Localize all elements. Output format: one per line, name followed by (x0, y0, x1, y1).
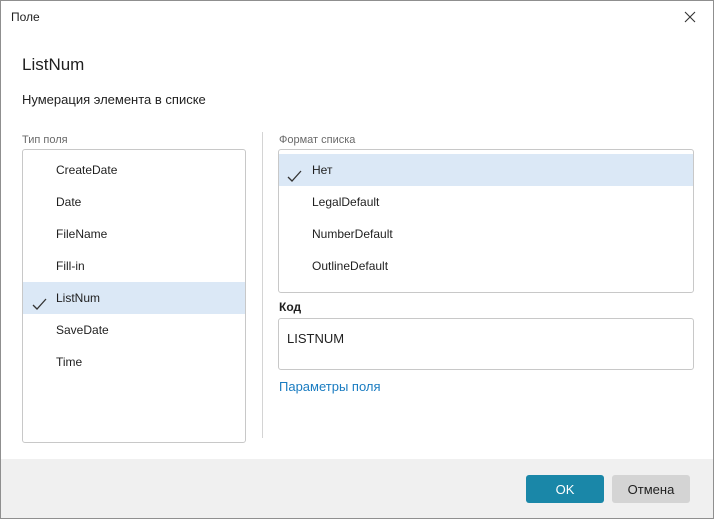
field-type-item[interactable]: Time (23, 346, 245, 378)
field-type-list[interactable]: CreateDate Date FileName Fill-in ListNum Save… (22, 149, 246, 443)
close-button[interactable] (667, 1, 713, 33)
window-title: Поле (11, 10, 40, 24)
cancel-button[interactable]: Отмена (612, 475, 690, 503)
field-description: Нумерация элемента в списке (22, 92, 206, 107)
divider (262, 132, 263, 438)
code-value: LISTNUM (287, 331, 345, 346)
list-format-list[interactable]: Нет LegalDefault NumberDefault OutlineDefau… (278, 149, 694, 293)
ok-button[interactable]: OK (526, 475, 604, 503)
list-format-item-label: OutlineDefault (312, 259, 389, 273)
field-type-item[interactable]: ListNum (23, 282, 245, 314)
field-type-label: Тип поля (22, 134, 68, 146)
list-format-item-label: Нет (312, 163, 333, 177)
field-type-item[interactable]: CreateDate (23, 154, 245, 186)
code-field[interactable]: LISTNUM (278, 318, 694, 370)
field-type-item-label: ListNum (56, 291, 101, 305)
close-icon (684, 11, 696, 23)
field-type-item[interactable]: FileName (23, 218, 245, 250)
field-type-item-label: Time (56, 355, 83, 369)
field-heading: ListNum (22, 55, 85, 74)
field-type-item-label: Fill-in (56, 259, 85, 273)
dialog-window: Поле ListNum Нумерация элемента в списке… (0, 0, 714, 519)
list-format-item[interactable]: Нет (279, 154, 693, 186)
list-format-item-label: NumberDefault (312, 227, 393, 241)
field-type-item-label: CreateDate (56, 163, 118, 177)
field-params-link[interactable]: Параметры поля (279, 379, 381, 394)
field-type-item[interactable]: Date (23, 186, 245, 218)
list-format-item[interactable]: NumberDefault (279, 218, 693, 250)
field-type-item-label: Date (56, 195, 82, 209)
dialog-footer: OK Отмена (1, 459, 713, 518)
list-format-item[interactable]: OutlineDefault (279, 250, 693, 282)
field-type-item-label: FileName (56, 227, 108, 241)
field-type-item[interactable]: Fill-in (23, 250, 245, 282)
code-label: Код (279, 300, 302, 314)
list-format-label: Формат списка (279, 134, 356, 146)
title-bar: Поле (1, 1, 713, 33)
list-format-item[interactable]: LegalDefault (279, 186, 693, 218)
list-format-item-label: LegalDefault (312, 195, 380, 209)
field-type-item[interactable]: SaveDate (23, 314, 245, 346)
field-type-item-label: SaveDate (56, 323, 109, 337)
